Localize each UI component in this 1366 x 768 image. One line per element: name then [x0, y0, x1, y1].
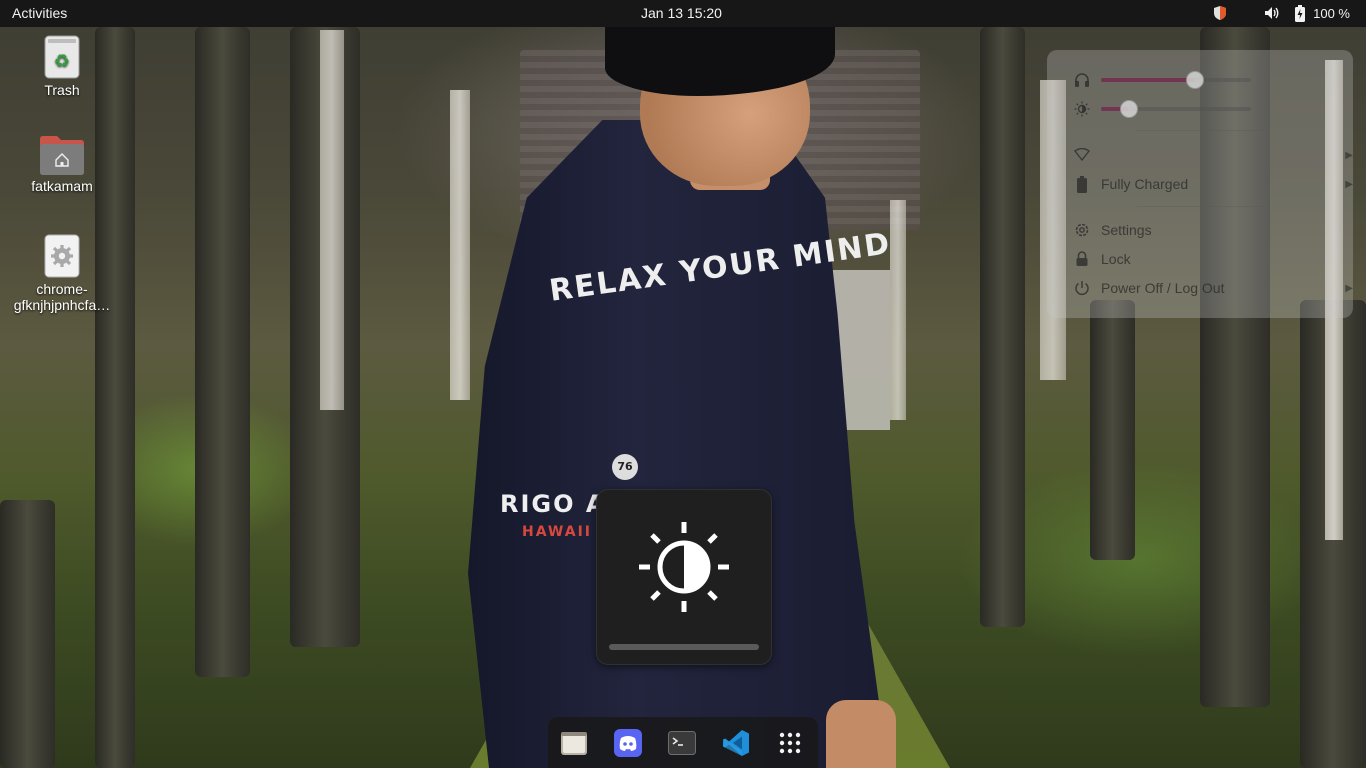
- wallpaper-print-badge: 76: [612, 454, 638, 480]
- wallpaper-tree: [195, 27, 250, 677]
- power-label: Power Off / Log Out: [1101, 280, 1225, 296]
- volume-slider[interactable]: [1101, 71, 1251, 89]
- brightness-icon: [1073, 100, 1091, 118]
- desktop-item-label: Trash: [44, 82, 80, 98]
- power-icon: [1073, 279, 1091, 297]
- brightness-slider[interactable]: [1101, 100, 1251, 118]
- menu-separator: [1137, 130, 1267, 131]
- lock-icon: [1073, 250, 1091, 268]
- trash-icon: ♻: [44, 35, 80, 79]
- wifi-icon: [1073, 146, 1091, 164]
- clock-button[interactable]: Jan 13 15:20: [641, 5, 722, 21]
- menu-separator: [1137, 206, 1267, 207]
- brightness-icon: [637, 520, 731, 614]
- volume-slider-knob[interactable]: [1186, 71, 1204, 89]
- headphones-icon: [1073, 71, 1091, 89]
- wallpaper-tree: [980, 27, 1025, 627]
- home-folder-icon: [39, 135, 85, 175]
- wallpaper-tree: [1090, 300, 1135, 560]
- svg-text:♻: ♻: [54, 51, 70, 72]
- brightness-osd: [596, 489, 772, 665]
- battery-row[interactable]: Fully Charged ▶: [1073, 173, 1353, 195]
- settings-label: Settings: [1101, 222, 1152, 238]
- discord-icon[interactable]: [614, 729, 642, 757]
- settings-icon: [1073, 221, 1091, 239]
- power-menu-item[interactable]: Power Off / Log Out ▶: [1073, 277, 1353, 299]
- battery-indicator[interactable]: 100 %: [1291, 4, 1350, 22]
- battery-icon: [1073, 175, 1091, 193]
- settings-menu-item[interactable]: Settings: [1073, 219, 1152, 241]
- battery-status-label: Fully Charged: [1101, 176, 1189, 192]
- volume-slider-fill: [1101, 78, 1194, 82]
- chevron-right-icon: ▶: [1345, 178, 1353, 190]
- vscode-icon[interactable]: [722, 729, 750, 757]
- wallpaper-pillar: [320, 30, 344, 410]
- top-bar: Activities Jan 13 15:20 100 %: [0, 0, 1366, 27]
- system-menu: ▶ Fully Charged ▶ Settings Lock Power Of…: [1047, 50, 1353, 318]
- chevron-right-icon: ▶: [1345, 149, 1353, 161]
- battery-icon: [1291, 4, 1309, 22]
- chevron-right-icon: ▶: [1345, 282, 1353, 294]
- dock: [548, 717, 818, 768]
- brightness-osd-level-bar: [609, 644, 759, 650]
- wallpaper-print-text: HAWAII: [522, 524, 592, 540]
- wallpaper-person-jacket: [468, 120, 888, 768]
- wifi-row[interactable]: ▶: [1073, 144, 1353, 166]
- terminal-icon[interactable]: [668, 729, 696, 757]
- wallpaper-person-hand: [826, 700, 896, 768]
- gear-icon: [44, 234, 80, 278]
- desktop-item-trash[interactable]: ♻ Trash: [12, 35, 112, 98]
- desktop-item-label: fatkamam: [31, 178, 93, 194]
- lock-label: Lock: [1101, 251, 1131, 267]
- wallpaper-pillar: [450, 90, 470, 400]
- brightness-slider-knob[interactable]: [1120, 100, 1138, 118]
- desktop-item-home[interactable]: fatkamam: [12, 135, 112, 194]
- system-tray[interactable]: 100 %: [1211, 4, 1350, 22]
- files-icon[interactable]: [560, 729, 588, 757]
- wallpaper-tree: [0, 500, 55, 768]
- wallpaper-pillar: [890, 200, 906, 420]
- volume-icon[interactable]: [1263, 4, 1281, 22]
- desktop-item-label-line1: chrome-: [36, 281, 88, 297]
- app-grid-icon[interactable]: [776, 729, 804, 757]
- shield-icon[interactable]: [1211, 4, 1229, 22]
- battery-percent: 100 %: [1313, 5, 1350, 21]
- volume-slider-row: [1073, 69, 1251, 91]
- activities-button[interactable]: Activities: [12, 5, 67, 21]
- lock-menu-item[interactable]: Lock: [1073, 248, 1131, 270]
- desktop-item-chrome-app[interactable]: chrome- gfknjhjpnhcfa…: [12, 234, 112, 313]
- brightness-slider-row: [1073, 98, 1251, 120]
- desktop-item-label-line2: gfknjhjpnhcfa…: [13, 297, 111, 313]
